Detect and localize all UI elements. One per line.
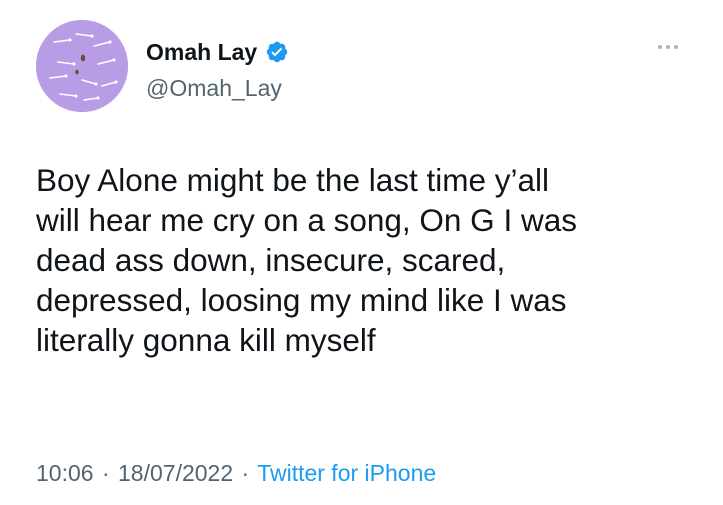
user-handle[interactable]: @Omah_Lay	[146, 74, 282, 102]
tweet-text: Boy Alone might be the last time y’all w…	[36, 162, 577, 358]
tweet-time[interactable]: 10:06	[36, 460, 94, 486]
display-name[interactable]: Omah Lay	[146, 38, 257, 66]
author-name-row: Omah Lay	[146, 38, 289, 66]
more-options-icon	[658, 45, 678, 49]
verified-badge-icon	[265, 40, 289, 64]
more-options-button[interactable]	[648, 32, 688, 62]
avatar-image	[36, 20, 128, 112]
tweet-card: Omah Lay @Omah_Lay Boy Alone might be th…	[0, 0, 723, 505]
avatar[interactable]	[36, 20, 128, 112]
tweet-metadata: 10:06 · 18/07/2022 · Twitter for iPhone	[36, 458, 436, 488]
separator: ·	[101, 460, 110, 486]
tweet-date[interactable]: 18/07/2022	[118, 460, 233, 486]
tweet-source-link[interactable]: Twitter for iPhone	[257, 460, 436, 486]
separator: ·	[241, 460, 250, 486]
